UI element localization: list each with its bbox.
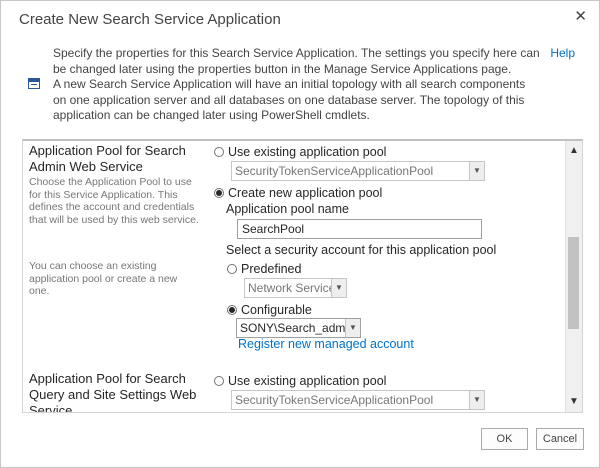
configurable-account-select[interactable]: SONY\Search_admin ▼ [236,318,361,338]
query-use-existing-pool-label: Use existing application pool [228,374,387,388]
use-existing-pool-label: Use existing application pool [228,145,387,159]
existing-pool-select[interactable]: SecurityTokenServiceApplicationPool ▼ [231,161,485,181]
scrollbar-thumb[interactable] [568,237,579,329]
query-existing-pool-select[interactable]: SecurityTokenServiceApplicationPool ▼ [231,390,485,410]
chevron-down-icon[interactable]: ▼ [331,279,346,297]
chevron-down-icon[interactable]: ▼ [469,162,484,180]
help-link[interactable]: Help [550,46,575,60]
radio-button-checked[interactable] [214,188,224,198]
configurable-label: Configurable [241,303,312,317]
section-admin-pool-description: Choose the Application Pool to use for t… [29,176,199,226]
existing-pool-value: SecurityTokenServiceApplicationPool [235,164,434,178]
vertical-scrollbar[interactable]: ▲ ▼ [565,141,582,412]
radio-button[interactable] [214,376,224,386]
scroll-down-icon[interactable]: ▼ [566,394,582,410]
query-use-existing-pool-radio[interactable]: Use existing application pool [214,374,386,388]
radio-button[interactable] [227,264,237,274]
query-existing-pool-value: SecurityTokenServiceApplicationPool [235,393,434,407]
scroll-up-icon[interactable]: ▲ [566,143,582,159]
create-search-service-dialog: Create New Search Service Application ✕ … [0,0,600,468]
configurable-radio[interactable]: Configurable [227,303,312,317]
create-new-pool-label: Create new application pool [228,186,383,200]
intro-paragraph-2: A new Search Service Application will ha… [53,77,526,122]
section-admin-pool-title: Application Pool for Search Admin Web Se… [29,143,186,174]
close-icon[interactable]: ✕ [574,7,587,25]
chevron-down-icon[interactable]: ▼ [469,391,484,409]
predefined-account-value: Network Service [248,281,336,295]
security-account-label: Select a security account for this appli… [226,243,497,257]
radio-button-checked[interactable] [227,305,237,315]
settings-scroll-panel[interactable]: Application Pool for Search Admin Web Se… [22,139,583,413]
chevron-down-icon[interactable]: ▼ [345,319,360,337]
create-new-pool-radio[interactable]: Create new application pool [214,186,382,200]
service-application-icon [28,78,40,89]
predefined-account-select[interactable]: Network Service ▼ [244,278,347,298]
pool-name-input[interactable]: SearchPool [237,219,482,239]
ok-button[interactable]: OK [481,428,528,450]
use-existing-pool-radio[interactable]: Use existing application pool [214,145,386,159]
intro-text: Specify the properties for this Search S… [53,46,541,124]
intro-paragraph-1: Specify the properties for this Search S… [53,46,540,76]
section-admin-pool-hint: You can choose an existing application p… [29,260,178,297]
predefined-radio[interactable]: Predefined [227,262,301,276]
cancel-button[interactable]: Cancel [536,428,584,450]
dialog-title: Create New Search Service Application [19,11,281,28]
radio-button[interactable] [214,147,224,157]
section-query-pool-title: Application Pool for Search Query and Si… [29,371,197,413]
register-managed-account-link[interactable]: Register new managed account [238,337,414,351]
predefined-label: Predefined [241,262,302,276]
configurable-account-value: SONY\Search_admin [240,321,355,335]
pool-name-label: Application pool name [226,202,349,216]
